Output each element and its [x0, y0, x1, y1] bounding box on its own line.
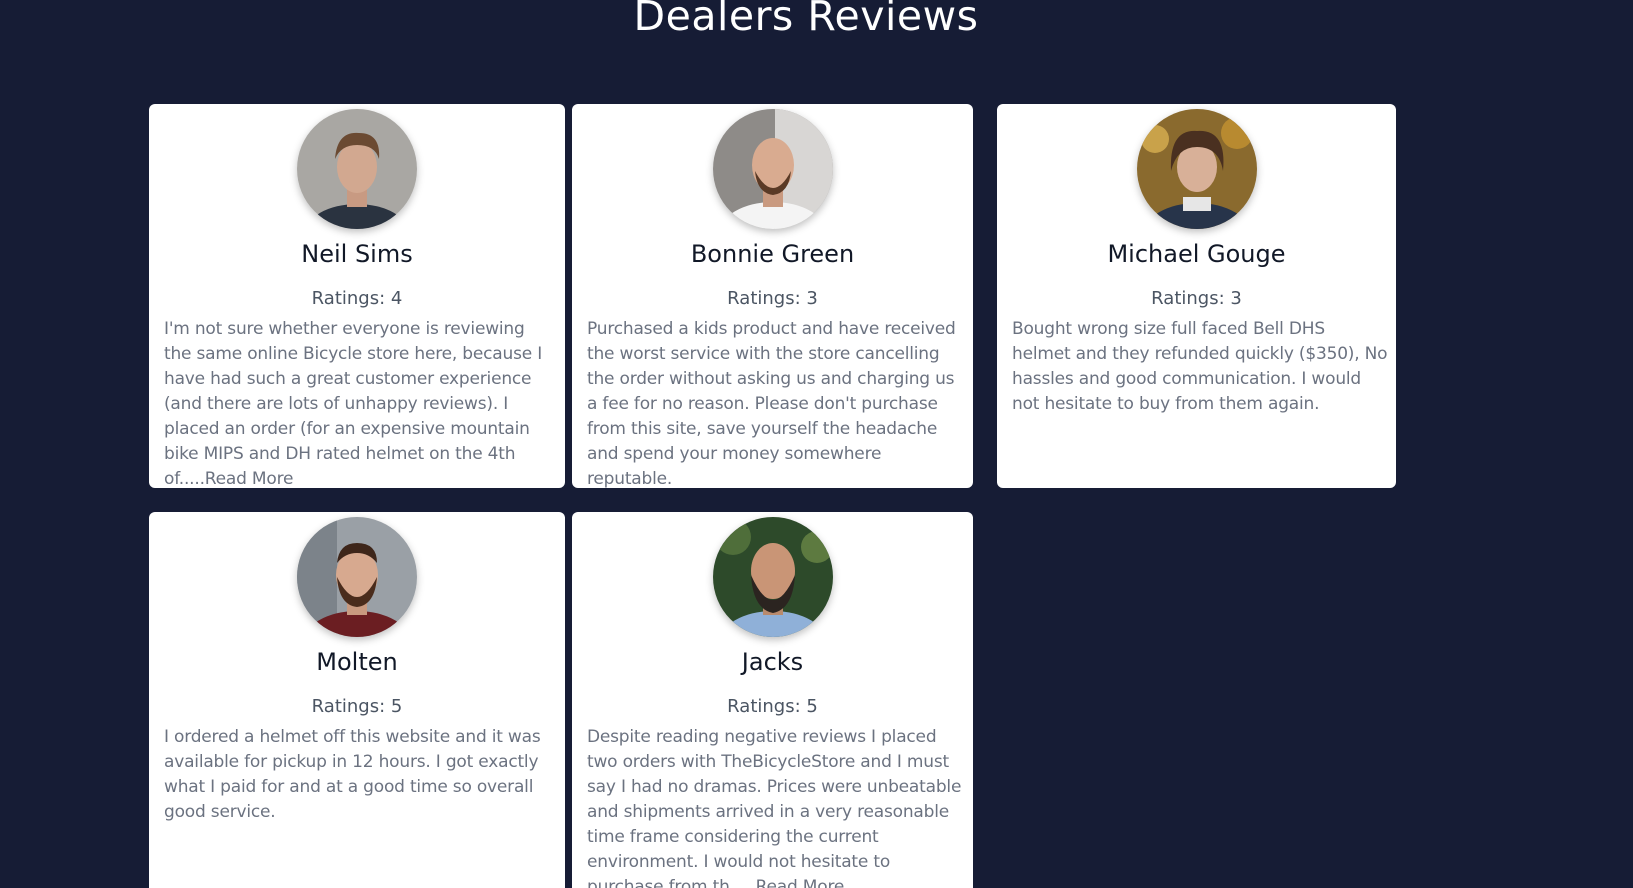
profile-photo-icon [712, 517, 833, 637]
review-body: Purchased a kids product and have receiv… [587, 319, 956, 489]
avatar [712, 517, 833, 637]
reviewer-name: Bonnie Green [690, 240, 855, 268]
profile-photo-icon [297, 517, 417, 637]
avatar [1136, 109, 1257, 229]
profile-photo-icon [1136, 109, 1257, 229]
reviewer-name: Michael Gouge [1107, 240, 1286, 268]
review-body: Bought wrong size full faced Bell DHS he… [1012, 319, 1388, 414]
review-text: I ordered a helmet off this website and … [164, 725, 556, 825]
review-body: I ordered a helmet off this website and … [164, 727, 541, 822]
review-card: Michael Gouge Ratings: 3 Bought wrong si… [997, 104, 1396, 488]
reviewer-name: Jacks [741, 648, 804, 676]
reviewer-name: Neil Sims [301, 240, 413, 268]
review-card: Molten Ratings: 5 I ordered a helmet off… [149, 512, 565, 888]
reviews-page: Dealers Reviews Neil Sims Ratings: 4 I'm… [0, 0, 1633, 888]
read-more-link[interactable]: Read More [205, 469, 294, 489]
profile-photo-icon [712, 109, 833, 229]
reviewer-name: Molten [316, 648, 398, 676]
review-body: I'm not sure whether everyone is reviewi… [164, 319, 543, 489]
rating-label: Ratings: 3 [727, 288, 818, 309]
page-title: Dealers Reviews [633, 0, 979, 40]
review-text: Bought wrong size full faced Bell DHS he… [1012, 317, 1388, 417]
review-card: Jacks Ratings: 5 Despite reading negativ… [572, 512, 973, 888]
review-text: Purchased a kids product and have receiv… [587, 317, 965, 492]
rating-label: Ratings: 3 [1151, 288, 1242, 309]
avatar [297, 517, 417, 637]
review-text: Despite reading negative reviews I place… [587, 725, 965, 888]
review-text: I'm not sure whether everyone is reviewi… [164, 317, 556, 492]
avatar [712, 109, 833, 229]
rating-label: Ratings: 4 [311, 288, 403, 309]
profile-photo-icon [297, 109, 417, 229]
read-more-link[interactable]: Read More [756, 877, 845, 888]
review-card: Bonnie Green Ratings: 3 Purchased a kids… [572, 104, 973, 489]
review-card: Neil Sims Ratings: 4 I'm not sure whethe… [149, 104, 565, 489]
rating-label: Ratings: 5 [311, 696, 403, 717]
review-body: Despite reading negative reviews I place… [587, 727, 962, 888]
rating-label: Ratings: 5 [727, 696, 818, 717]
avatar [297, 109, 417, 229]
